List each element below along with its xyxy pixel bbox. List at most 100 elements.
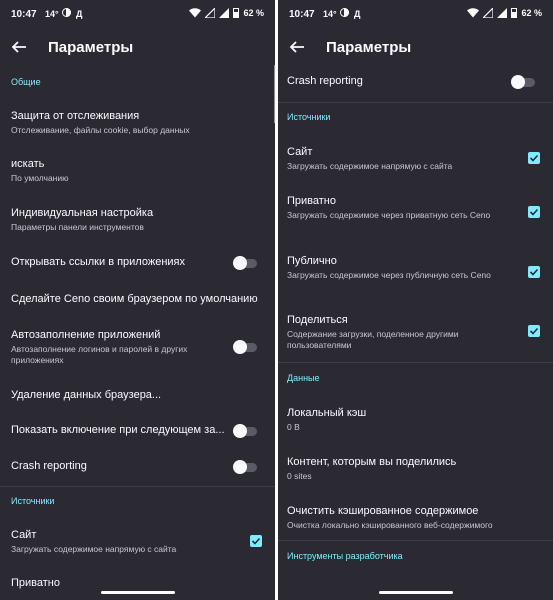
battery-percent: 62 % (243, 8, 264, 18)
pref-source-website[interactable]: Сайт Загружать содержимое напрямую с сай… (0, 527, 275, 557)
pref-title: Сайт (11, 529, 37, 541)
battery-icon (233, 8, 240, 18)
back-arrow-icon[interactable] (288, 38, 306, 56)
pref-summary: Загружать содержимое через приватную сет… (287, 210, 491, 220)
status-bar: 10:47 14° Д 62 % (0, 0, 275, 30)
pref-title: Приватно (287, 195, 336, 207)
pref-tracking-protection[interactable]: Защита от отслеживания Отслеживание, фай… (0, 108, 275, 144)
page-title: Параметры (326, 39, 412, 56)
status-bar: 10:47 14° Д 62 % (278, 0, 553, 30)
toggle-switch[interactable] (233, 460, 257, 474)
check-icon (529, 154, 539, 162)
pref-shared-content[interactable]: Контент, которым вы поделились 0 sites (278, 454, 553, 484)
pref-source-private[interactable]: Приватно Загружать содержимое через прив… (278, 193, 553, 235)
status-carrier: Д (76, 9, 83, 19)
checkbox[interactable] (528, 266, 540, 278)
check-icon (529, 268, 539, 276)
pref-open-links-in-apps[interactable]: Открывать ссылки в приложениях (0, 253, 275, 275)
signal-icon (205, 8, 216, 18)
pref-title: Удаление данных браузера... (11, 389, 162, 401)
divider (278, 540, 553, 541)
status-temperature: 14° (323, 9, 337, 19)
pref-summary: Очистка локально кэшированного веб-содер… (287, 520, 493, 530)
night-mode-icon (62, 8, 71, 17)
pref-source-shared[interactable]: Поделиться Содержание загрузки, поделенн… (278, 312, 553, 354)
category-data: Данные (287, 373, 320, 383)
toggle-switch[interactable] (233, 256, 257, 270)
signal-icon (483, 8, 494, 18)
divider (278, 102, 553, 103)
pref-source-website[interactable]: Сайт Загружать содержимое напрямую с сай… (278, 144, 553, 174)
pref-title: искать (11, 158, 45, 170)
gesture-navigation-bar[interactable] (378, 591, 453, 594)
pref-autofill-apps[interactable]: Автозаполнение приложений Автозаполнение… (0, 326, 275, 370)
app-bar: Параметры (278, 30, 553, 66)
pref-default-browser[interactable]: Сделайте Ceno своим браузером по умолчан… (0, 290, 275, 312)
pref-summary: Загружать содержимое через публичную сет… (287, 270, 491, 280)
pref-title: Приватно (11, 577, 60, 589)
check-icon (251, 537, 261, 545)
pref-summary: Отслеживание, файлы cookie, выбор данных (11, 125, 190, 135)
wifi-icon (467, 8, 480, 18)
back-arrow-icon[interactable] (10, 38, 28, 56)
status-temperature: 14° (45, 9, 59, 19)
pref-title: Индивидуальная настройка (11, 207, 154, 219)
pref-title: Защита от отслеживания (11, 110, 140, 122)
pref-summary: Содержание загрузки, поделенное другими … (287, 329, 459, 350)
page-title: Параметры (48, 39, 134, 56)
pref-crash-reporting[interactable]: Crash reporting (0, 457, 275, 479)
battery-icon (511, 8, 518, 18)
pref-title: Сайт (287, 146, 313, 158)
pref-title: Очистить кэшированное содержимое (287, 505, 479, 517)
gesture-navigation-bar[interactable] (100, 591, 175, 594)
pref-title: Контент, которым вы поделились (287, 456, 457, 468)
pref-local-cache[interactable]: Локальный кэш 0 B (278, 405, 553, 435)
pref-summary: Параметры панели инструментов (11, 222, 144, 232)
pref-show-onboarding[interactable]: Показать включение при следующем за... (0, 421, 275, 443)
app-bar: Параметры (0, 30, 275, 66)
checkbox[interactable] (528, 206, 540, 218)
pref-title: Crash reporting (11, 460, 87, 472)
pref-summary: По умолчанию (11, 173, 69, 183)
category-sources: Источники (11, 496, 55, 506)
pref-delete-browsing-data[interactable]: Удаление данных браузера... (0, 386, 275, 408)
pref-summary: 0 sites (287, 471, 312, 481)
wifi-icon (189, 8, 202, 18)
pref-title: Crash reporting (287, 75, 363, 87)
battery-percent: 62 % (521, 8, 542, 18)
pref-title: Публично (287, 255, 337, 267)
settings-screen-left: 10:47 14° Д 62 % Параметры Общие Защита … (0, 0, 275, 600)
pref-customization[interactable]: Индивидуальная настройка Параметры панел… (0, 205, 275, 241)
pref-source-public[interactable]: Публично Загружать содержимое через публ… (278, 253, 553, 295)
signal-icon-2 (219, 8, 230, 18)
pref-title: Автозаполнение приложений (11, 329, 161, 341)
checkbox[interactable] (528, 325, 540, 337)
status-time: 10:47 (289, 9, 315, 20)
status-carrier: Д (354, 9, 361, 19)
pref-title: Показать включение при следующем за... (11, 424, 225, 436)
divider (278, 362, 553, 363)
pref-summary: Автозаполнение логинов и паролей в други… (11, 344, 188, 365)
check-icon (529, 208, 539, 216)
pref-title: Открывать ссылки в приложениях (11, 256, 185, 268)
toggle-switch[interactable] (233, 424, 257, 438)
divider (0, 486, 275, 487)
category-developer-tools: Инструменты разработчика (287, 551, 403, 561)
pref-title: Сделайте Ceno своим браузером по умолчан… (11, 293, 258, 305)
check-icon (529, 327, 539, 335)
pref-title: Локальный кэш (287, 407, 367, 419)
category-general: Общие (11, 77, 41, 87)
signal-icon-2 (497, 8, 508, 18)
checkbox[interactable] (528, 152, 540, 164)
toggle-switch[interactable] (511, 75, 535, 89)
pref-summary: 0 B (287, 422, 300, 432)
pref-search[interactable]: искать По умолчанию (0, 156, 275, 192)
pref-clear-cache[interactable]: Очистить кэшированное содержимое Очистка… (278, 503, 553, 533)
pref-crash-reporting[interactable]: Crash reporting (278, 72, 553, 94)
settings-screen-right: 10:47 14° Д 62 % Параметры Crash reporti… (278, 0, 553, 600)
pref-summary: Загружать содержимое напрямую с сайта (11, 544, 177, 554)
night-mode-icon (340, 8, 349, 17)
toggle-switch[interactable] (233, 340, 257, 354)
status-time: 10:47 (11, 9, 37, 20)
checkbox[interactable] (250, 535, 262, 547)
